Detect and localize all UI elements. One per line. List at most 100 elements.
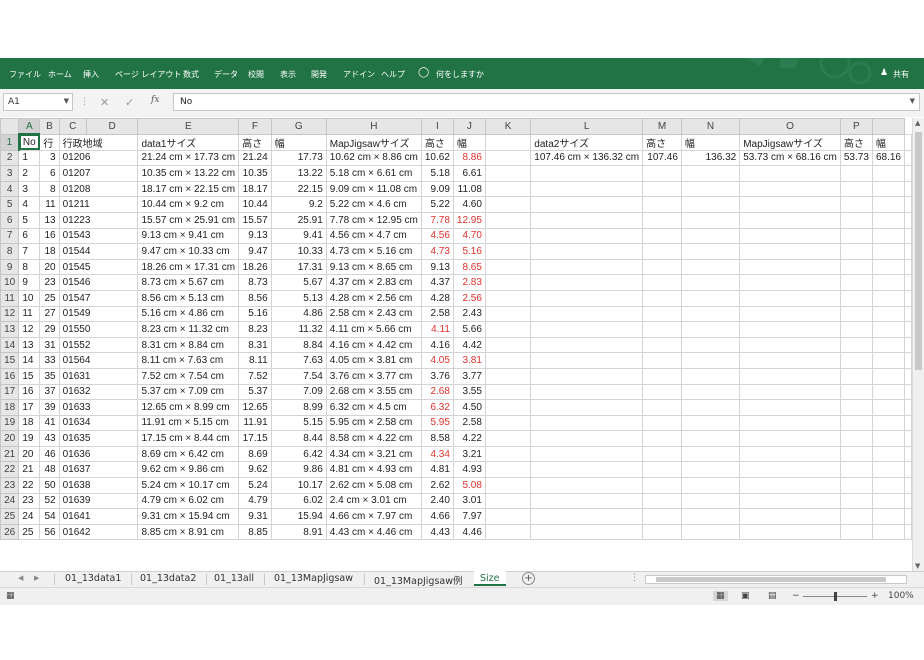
cell[interactable]: 39 <box>39 399 60 416</box>
chevron-down-icon[interactable]: ▼ <box>64 97 69 105</box>
row-header[interactable]: 20 <box>0 430 20 447</box>
cell[interactable] <box>680 445 741 463</box>
cell[interactable] <box>904 430 912 447</box>
cell[interactable]: 3.76 cm × 3.77 cm <box>325 367 422 385</box>
cell[interactable]: 2.4 cm × 3.01 cm <box>325 492 422 510</box>
cell[interactable]: 12.65 cm × 8.99 cm <box>137 399 240 416</box>
row-header[interactable]: 19 <box>0 414 20 432</box>
cell[interactable]: 54 <box>39 508 60 525</box>
cell[interactable]: 18.17 <box>238 180 272 198</box>
cell[interactable]: 12 <box>18 321 41 338</box>
cell[interactable]: 11.32 <box>270 321 327 338</box>
cell[interactable] <box>904 211 912 229</box>
cell[interactable] <box>739 289 841 307</box>
cell[interactable]: 7.09 <box>270 383 327 401</box>
cell[interactable] <box>484 180 532 198</box>
cell[interactable]: 2.56 <box>452 289 486 307</box>
tab-review[interactable]: 校閲 <box>248 69 264 80</box>
cell[interactable]: 8.31 cm × 8.84 cm <box>137 336 240 354</box>
cell[interactable] <box>871 523 906 541</box>
cell[interactable] <box>904 133 912 151</box>
cell[interactable]: 8.56 cm × 5.13 cm <box>137 289 240 307</box>
cell[interactable] <box>739 352 841 369</box>
cell[interactable] <box>904 477 912 494</box>
cell[interactable]: 5.24 cm × 10.17 cm <box>137 477 240 494</box>
cell[interactable] <box>871 352 906 369</box>
cell[interactable] <box>530 227 644 245</box>
cell[interactable] <box>739 258 841 276</box>
cell[interactable]: 17.15 <box>238 430 272 447</box>
cell[interactable] <box>904 399 912 416</box>
cell[interactable]: 4.86 <box>270 305 327 323</box>
row-header[interactable]: 14 <box>0 336 20 354</box>
cell[interactable] <box>871 243 906 260</box>
cell[interactable] <box>871 399 906 416</box>
cell[interactable]: 9.13 cm × 8.65 cm <box>325 258 422 276</box>
cell[interactable] <box>642 289 682 307</box>
cell[interactable] <box>484 461 532 479</box>
cell[interactable] <box>739 430 841 447</box>
cell[interactable]: 4.11 cm × 5.66 cm <box>325 321 422 338</box>
cell[interactable]: 01544 <box>58 243 139 260</box>
cell[interactable]: 13 <box>39 211 60 229</box>
cell[interactable] <box>871 430 906 447</box>
row-header[interactable]: 17 <box>0 383 20 401</box>
column-header[interactable]: A <box>18 118 41 136</box>
cell[interactable] <box>642 367 682 385</box>
cell[interactable] <box>680 258 741 276</box>
cell[interactable]: 高さ <box>420 133 454 151</box>
cell[interactable] <box>680 477 741 494</box>
cell[interactable]: 01552 <box>58 336 139 354</box>
cell[interactable] <box>642 227 682 245</box>
cell[interactable]: 5.67 <box>270 274 327 291</box>
cell[interactable]: 5.16 <box>452 243 486 260</box>
cell[interactable]: 7.78 cm × 12.95 cm <box>325 211 422 229</box>
cell[interactable] <box>530 492 644 510</box>
cell[interactable]: 16 <box>18 383 41 401</box>
cell[interactable] <box>839 321 873 338</box>
cell[interactable]: 25 <box>39 289 60 307</box>
cell[interactable] <box>530 258 644 276</box>
cell[interactable] <box>680 399 741 416</box>
cell[interactable] <box>839 227 873 245</box>
cell[interactable] <box>904 196 912 213</box>
cell[interactable] <box>530 196 644 213</box>
cell[interactable]: 高さ <box>642 133 682 151</box>
cell[interactable] <box>530 508 644 525</box>
cell[interactable]: 9.47 <box>238 243 272 260</box>
cell[interactable] <box>739 523 841 541</box>
cell[interactable]: 4.16 cm × 4.42 cm <box>325 336 422 354</box>
cell[interactable] <box>739 211 841 229</box>
cell[interactable] <box>642 445 682 463</box>
cell[interactable] <box>739 165 841 182</box>
cell[interactable] <box>680 165 741 182</box>
cell[interactable] <box>680 336 741 354</box>
column-header[interactable]: H <box>325 118 422 135</box>
cell[interactable]: 8.69 cm × 6.42 cm <box>137 445 240 463</box>
cell[interactable] <box>642 180 682 198</box>
cell[interactable] <box>739 508 841 525</box>
cell[interactable]: 高さ <box>238 133 272 151</box>
cell[interactable]: 2.68 <box>420 383 454 401</box>
tab-view[interactable]: 表示 <box>280 69 296 80</box>
cell[interactable] <box>839 445 873 463</box>
cell[interactable] <box>680 430 741 447</box>
cell[interactable]: 4.66 <box>420 508 454 525</box>
column-header[interactable]: K <box>484 118 532 135</box>
column-header[interactable]: C <box>58 118 87 135</box>
cell[interactable]: 16 <box>39 227 60 245</box>
cell[interactable]: 4.73 cm × 5.16 cm <box>325 243 422 260</box>
row-header[interactable]: 10 <box>0 274 20 291</box>
cell[interactable] <box>484 274 532 291</box>
row-header[interactable]: 15 <box>0 352 20 369</box>
horizontal-scrollbar[interactable] <box>645 575 907 584</box>
cell[interactable]: 01211 <box>58 196 139 213</box>
cell[interactable]: 11.91 cm × 5.15 cm <box>137 414 240 432</box>
cell[interactable] <box>484 149 532 167</box>
cell[interactable]: 4.22 <box>452 430 486 447</box>
cell[interactable]: 2.43 <box>452 305 486 323</box>
cell[interactable]: 01639 <box>58 492 139 510</box>
cell[interactable] <box>484 211 532 229</box>
cell[interactable]: 10.62 <box>420 149 454 167</box>
row-header[interactable]: 4 <box>0 180 20 198</box>
